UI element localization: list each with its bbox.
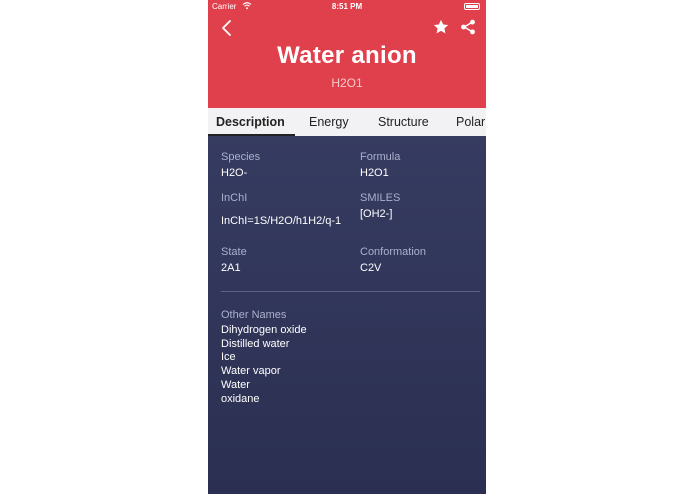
- list-item: Water: [221, 378, 250, 391]
- phone-screen: Carrier 8:51 PM Water anion H2O1 Descrip…: [208, 0, 486, 494]
- back-icon[interactable]: [217, 18, 237, 38]
- tab-bar: Description Energy Structure Polar: [208, 108, 486, 136]
- other-names-label: Other Names: [221, 309, 287, 321]
- smiles-value: [OH2-]: [360, 208, 393, 220]
- formula-label: Formula: [360, 151, 401, 163]
- battery-icon: [464, 3, 480, 10]
- formula-value: H2O1: [360, 167, 389, 179]
- list-item: Distilled water: [221, 337, 290, 350]
- list-item: Ice: [221, 351, 236, 364]
- species-value: H2O-: [221, 167, 248, 179]
- tab-energy[interactable]: Energy: [309, 115, 349, 129]
- conformation-value: C2V: [360, 262, 382, 274]
- state-value: 2A1: [221, 262, 241, 274]
- tab-description[interactable]: Description: [216, 115, 285, 129]
- active-tab-indicator: [208, 134, 295, 136]
- inchi-label: InChI: [221, 192, 248, 204]
- page-title: Water anion: [277, 42, 417, 69]
- conformation-label: Conformation: [360, 246, 427, 258]
- inchi-value: InChI=1S/H2O/h1H2/q-1: [221, 215, 342, 227]
- list-item: Dihydrogen oxide: [221, 324, 307, 336]
- species-label: Species: [221, 151, 261, 163]
- smiles-label: SMILES: [360, 192, 401, 204]
- other-names-list: Dihydrogen oxide Distilled water Ice Wat…: [221, 324, 307, 406]
- tab-polar[interactable]: Polar: [456, 115, 485, 129]
- share-icon[interactable]: [459, 18, 477, 36]
- section-divider: [221, 291, 480, 292]
- star-icon[interactable]: [432, 18, 450, 36]
- status-bar: Carrier 8:51 PM: [208, 0, 486, 14]
- state-label: State: [221, 246, 247, 258]
- tab-structure[interactable]: Structure: [378, 115, 429, 129]
- list-item: oxidane: [221, 392, 260, 405]
- header: Carrier 8:51 PM Water anion H2O1: [208, 0, 486, 108]
- list-item: Water vapor: [221, 365, 281, 378]
- clock: 8:51 PM: [331, 2, 363, 11]
- page-subtitle: H2O1: [331, 76, 363, 90]
